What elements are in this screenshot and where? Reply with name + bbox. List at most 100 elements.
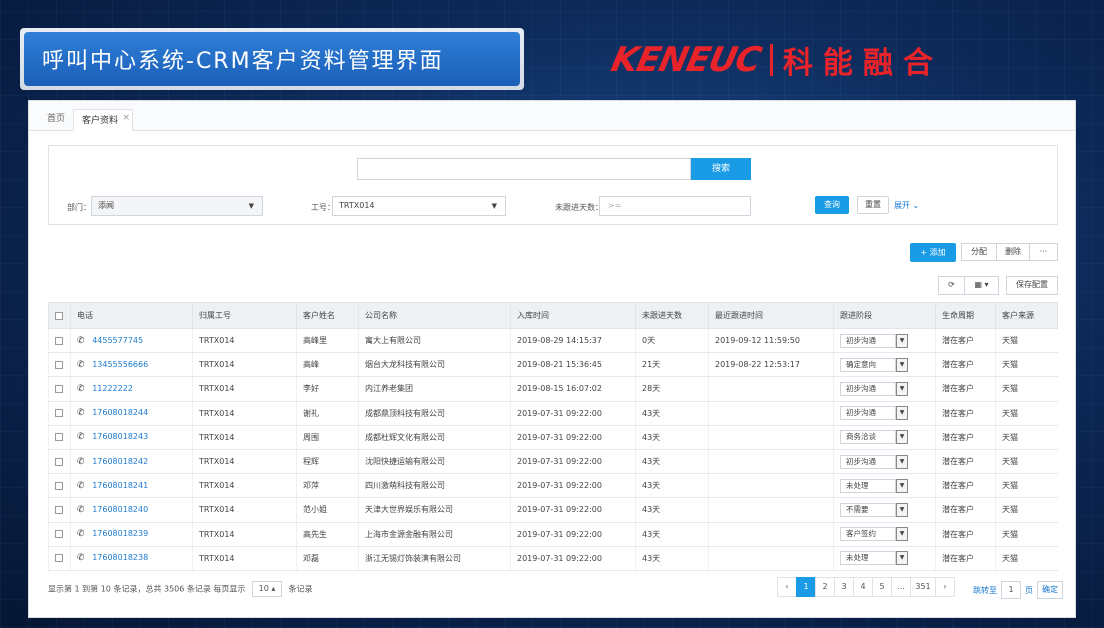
stage-select[interactable]: 初步沟通 ▼	[840, 333, 908, 348]
table-row[interactable]: ✆ 17608018238 TRTX014 邓磊 浙江无锡灯饰装潢有限公司 2019-0…	[48, 546, 1058, 571]
row-checkbox[interactable]	[55, 409, 63, 418]
tab-home[interactable]: 首页	[39, 108, 73, 130]
table-row[interactable]: ✆ 17608018244 TRTX014 谢礼 成都鼎顶科技有限公司 2019-07-…	[48, 401, 1058, 426]
chevron-down-icon[interactable]: ▼	[896, 357, 908, 372]
page-next-button[interactable]: ›	[935, 577, 955, 597]
search-button[interactable]: 搜索	[691, 158, 751, 180]
stage-select[interactable]: 商务洽谈 ▼	[840, 430, 908, 445]
page-prev-button[interactable]: ‹	[777, 577, 797, 597]
header-job[interactable]: 归属工号	[192, 302, 297, 329]
chevron-down-icon[interactable]: ▼	[896, 478, 908, 493]
phone-link[interactable]: 11222222	[92, 384, 133, 393]
phone-link[interactable]: 13455556666	[92, 360, 148, 369]
select-all-checkbox[interactable]	[55, 311, 63, 320]
row-checkbox[interactable]	[55, 530, 63, 539]
save-config-button[interactable]: 保存配置	[1006, 276, 1058, 295]
chevron-down-icon[interactable]: ▼	[896, 502, 908, 517]
table-row[interactable]: ✆ 17608018243 TRTX014 周围 成都杜辉文化有限公司 2019-07-…	[48, 425, 1058, 450]
table-row[interactable]: ✆ 4455577745 TRTX014 高峰里 寓大上有限公司 2019-08-29 …	[48, 328, 1058, 354]
table-row[interactable]: ✆ 13455556666 TRTX014 高峰 烟台大龙科技有限公司 2019-08-…	[48, 352, 1058, 378]
page-button[interactable]: 2	[815, 577, 835, 597]
chevron-down-icon[interactable]: ▼	[896, 381, 908, 396]
job-select[interactable]: TRTX014 ▼	[332, 196, 506, 216]
table-row[interactable]: ✆ 17608018240 TRTX014 范小姐 天津大世界娱乐有限公司 2019-0…	[48, 497, 1058, 523]
page-button[interactable]: 1	[796, 577, 816, 597]
header-in-time[interactable]: 入库时间	[510, 302, 636, 329]
phone-icon[interactable]: ✆	[77, 336, 85, 346]
stage-select[interactable]: 初步沟通 ▼	[840, 381, 908, 396]
add-button[interactable]: + 添加	[910, 243, 956, 262]
row-checkbox[interactable]	[55, 505, 63, 514]
phone-link[interactable]: 17608018240	[92, 505, 148, 514]
phone-link[interactable]: 17608018241	[92, 481, 148, 490]
phone-icon[interactable]: ✆	[77, 408, 85, 418]
tab-customer-info[interactable]: 客户资料 ×	[73, 107, 134, 131]
chevron-down-icon[interactable]: ▼	[896, 527, 908, 542]
chevron-down-icon[interactable]: ▼	[896, 430, 908, 445]
page-button[interactable]: 4	[853, 577, 873, 597]
table-row[interactable]: ✆ 17608018241 TRTX014 邓萍 四川激萌科技有限公司 2019-07-…	[48, 473, 1058, 499]
row-checkbox[interactable]	[55, 336, 63, 345]
page-button[interactable]: 3	[834, 577, 854, 597]
expand-button[interactable]: 展开 ⌄	[894, 200, 919, 211]
header-company[interactable]: 公司名称	[358, 302, 511, 329]
stage-select[interactable]: 初步沟通 ▼	[840, 454, 908, 469]
refresh-button[interactable]: ⟳	[938, 276, 965, 295]
chevron-down-icon[interactable]: ▼	[896, 333, 908, 348]
stage-select[interactable]: 未处理 ▼	[840, 551, 908, 566]
phone-icon[interactable]: ✆	[77, 457, 85, 467]
header-source[interactable]: 客户来源	[995, 302, 1058, 329]
stage-select[interactable]: 不需要 ▼	[840, 502, 908, 517]
row-checkbox[interactable]	[55, 554, 63, 563]
jump-confirm-button[interactable]: 确定	[1037, 581, 1063, 599]
phone-icon[interactable]: ✆	[77, 360, 85, 370]
reset-button[interactable]: 重置	[857, 196, 889, 214]
search-input[interactable]	[357, 158, 691, 180]
page-button[interactable]: 5	[872, 577, 892, 597]
stage-select[interactable]: 确定意向 ▼	[840, 357, 908, 372]
phone-link[interactable]: 17608018239	[92, 529, 148, 538]
table-row[interactable]: ✆ 11222222 TRTX014 李好 内江养老集团 2019-08-15 16:0…	[48, 376, 1058, 402]
header-name[interactable]: 客户姓名	[296, 302, 359, 329]
stage-select[interactable]: 客户签约 ▼	[840, 527, 908, 542]
query-button[interactable]: 查询	[815, 196, 849, 214]
row-checkbox[interactable]	[55, 384, 63, 393]
jump-input[interactable]: 1	[1001, 581, 1021, 599]
chevron-down-icon[interactable]: ▼	[896, 551, 908, 566]
phone-icon[interactable]: ✆	[77, 529, 85, 539]
stage-select[interactable]: 未处理 ▼	[840, 478, 908, 493]
header-last-follow[interactable]: 最近跟进时间	[708, 302, 834, 329]
phone-icon[interactable]: ✆	[77, 553, 85, 563]
chevron-down-icon[interactable]: ▼	[896, 454, 908, 469]
row-checkbox[interactable]	[55, 360, 63, 369]
table-row[interactable]: ✆ 17608018239 TRTX014 高先生 上海市金源金融有限公司 2019-0…	[48, 522, 1058, 547]
days-input[interactable]: >=	[599, 196, 751, 216]
header-days[interactable]: 未跟进天数	[635, 302, 709, 329]
close-icon[interactable]: ×	[122, 107, 130, 129]
header-lifecycle[interactable]: 生命周期	[935, 302, 996, 329]
phone-link[interactable]: 17608018243	[92, 432, 148, 441]
phone-icon[interactable]: ✆	[77, 384, 85, 394]
assign-button[interactable]: 分配	[961, 243, 997, 261]
header-phone[interactable]: 电话	[70, 302, 193, 329]
table-row[interactable]: ✆ 17608018242 TRTX014 程辉 沈阳快捷运输有限公司 2019-07-…	[48, 449, 1058, 475]
row-checkbox[interactable]	[55, 433, 63, 442]
delete-button[interactable]: 删除	[996, 243, 1030, 261]
phone-icon[interactable]: ✆	[77, 505, 85, 515]
row-checkbox[interactable]	[55, 481, 63, 490]
phone-icon[interactable]: ✆	[77, 432, 85, 442]
page-button[interactable]: 351	[910, 577, 936, 597]
page-size-select[interactable]: 10 ▴	[251, 581, 282, 597]
phone-link[interactable]: 4455577745	[92, 336, 143, 345]
stage-select[interactable]: 初步沟通 ▼	[840, 406, 908, 421]
phone-link[interactable]: 17608018242	[92, 457, 148, 466]
more-button[interactable]: ···	[1029, 243, 1058, 261]
row-checkbox[interactable]	[55, 457, 63, 466]
phone-link[interactable]: 17608018238	[92, 553, 148, 562]
header-stage[interactable]: 跟进阶段	[833, 302, 936, 329]
phone-link[interactable]: 17608018244	[92, 408, 148, 417]
chevron-down-icon[interactable]: ▼	[896, 406, 908, 421]
phone-icon[interactable]: ✆	[77, 481, 85, 491]
columns-button[interactable]: ▦ ▾	[964, 276, 999, 295]
dept-select[interactable]: 添闻 ▼	[91, 196, 263, 216]
